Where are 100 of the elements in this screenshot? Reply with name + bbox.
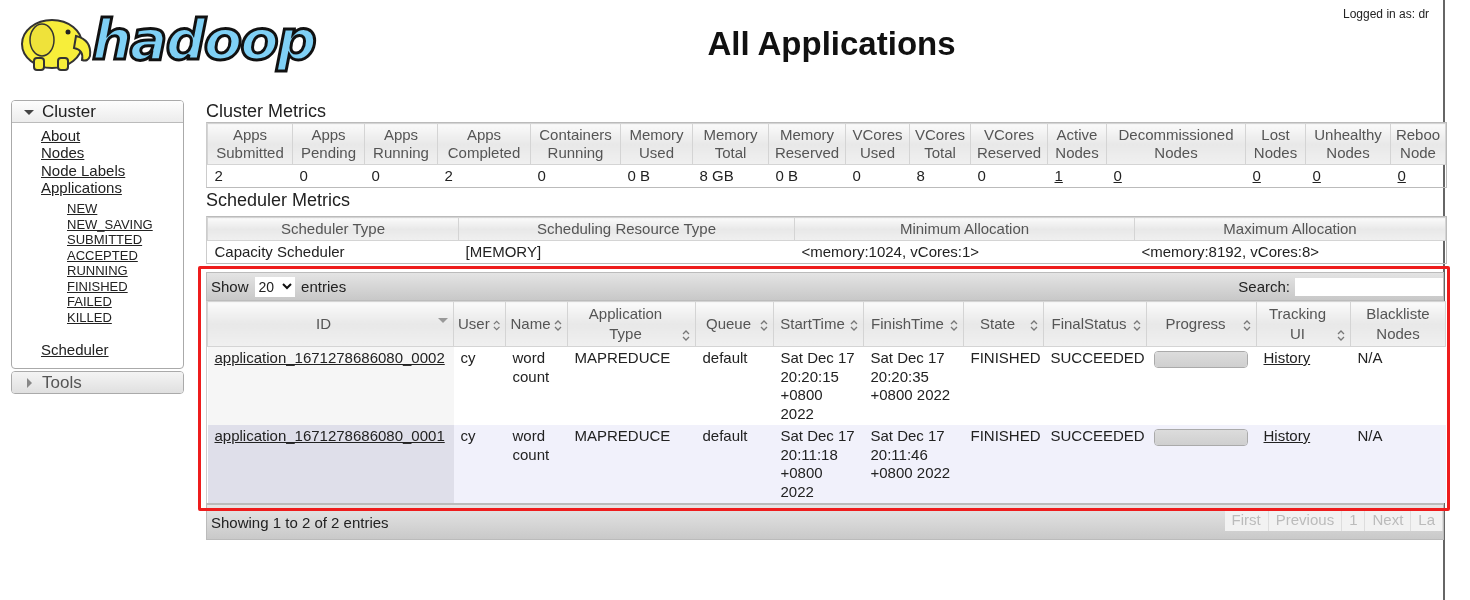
column-header: Unhealthy Nodes bbox=[1305, 123, 1391, 165]
column-header[interactable]: Queue bbox=[695, 301, 774, 347]
table-cell: N/A bbox=[1357, 349, 1383, 366]
metric-value: 0 bbox=[977, 167, 986, 184]
column-header: Decommissioned Nodes bbox=[1106, 123, 1246, 165]
column-header[interactable]: Application Type bbox=[567, 301, 696, 347]
table-cell: FINISHED bbox=[970, 427, 1041, 444]
column-header[interactable]: Tracking UI bbox=[1256, 301, 1351, 347]
nav-link[interactable]: FINISHED bbox=[67, 278, 128, 294]
nav-link[interactable]: Scheduler bbox=[41, 341, 109, 359]
elephant-drawing bbox=[21, 19, 92, 71]
search-field[interactable] bbox=[1295, 277, 1443, 296]
metric-link[interactable]: 0 bbox=[1312, 167, 1321, 184]
metric-value: 0 B bbox=[627, 167, 650, 184]
section-heading: Scheduler Metrics bbox=[206, 189, 352, 211]
metric-value: 0 bbox=[299, 167, 308, 184]
table-cell: default bbox=[702, 427, 748, 444]
column-header: Scheduling Resource Type bbox=[458, 217, 795, 241]
nav-link[interactable]: About bbox=[41, 127, 81, 144]
nav-link[interactable]: Node Labels bbox=[41, 161, 126, 179]
column-header[interactable]: Name bbox=[505, 301, 568, 347]
column-header: VCores Reserved bbox=[970, 123, 1048, 165]
column-header: Memory Total bbox=[692, 123, 769, 165]
nav-section-header[interactable]: Cluster bbox=[12, 101, 183, 123]
metric-value: 0 B bbox=[775, 167, 798, 184]
metric-value: 8 bbox=[916, 167, 925, 184]
nav-link[interactable]: KILLED bbox=[67, 309, 112, 325]
table-cell: word count bbox=[512, 349, 550, 385]
column-header: Memory Used bbox=[620, 123, 693, 165]
table-cell: N/A bbox=[1357, 427, 1383, 444]
column-header: Apps Running bbox=[364, 123, 438, 165]
metric-link[interactable]: 0 bbox=[1113, 167, 1122, 184]
metric-link[interactable]: 0 bbox=[1397, 167, 1406, 184]
column-header: Apps Submitted bbox=[207, 123, 293, 165]
table-cell: Sat Dec 17 20:11:18 +0800 2022 bbox=[780, 427, 855, 500]
column-header[interactable]: ID bbox=[207, 301, 454, 347]
column-header: Containers Running bbox=[530, 123, 621, 165]
metric-link[interactable]: 1 bbox=[1054, 167, 1063, 184]
history-link[interactable]: History bbox=[1263, 349, 1311, 366]
table-cell: <memory:8192, vCores:8> bbox=[1141, 243, 1320, 260]
table-cell: cy bbox=[460, 427, 476, 444]
page-size-select[interactable]: 20 bbox=[254, 276, 296, 297]
column-header: VCores Total bbox=[909, 123, 971, 165]
table-cell: Sat Dec 17 20:11:46 +0800 2022 bbox=[870, 427, 951, 481]
nav-link[interactable]: ACCEPTED bbox=[67, 247, 138, 263]
section-heading: Cluster Metrics bbox=[206, 100, 327, 122]
column-header: Reboo Node bbox=[1390, 123, 1446, 165]
nav-link[interactable]: NEW_SAVING bbox=[67, 216, 153, 232]
column-header: Minimum Allocation bbox=[794, 217, 1135, 241]
table-cell: <memory:1024, vCores:1> bbox=[801, 243, 980, 260]
table-cell: SUCCEEDED bbox=[1050, 349, 1145, 366]
chevron-down-icon bbox=[282, 283, 293, 290]
metric-value: 0 bbox=[852, 167, 861, 184]
metric-link[interactable]: 0 bbox=[1252, 167, 1261, 184]
table-cell: cy bbox=[460, 349, 476, 366]
table-cell: MAPREDUCE bbox=[574, 427, 671, 444]
page-title: All Applications bbox=[706, 24, 957, 64]
show-label: Show bbox=[211, 278, 249, 295]
nav-link[interactable]: NEW bbox=[67, 201, 98, 217]
nav-link[interactable]: Applications bbox=[41, 178, 122, 196]
metric-value: 2 bbox=[214, 167, 223, 184]
column-header[interactable]: StartTime bbox=[773, 301, 864, 347]
column-header[interactable]: State bbox=[963, 301, 1044, 347]
table-cell: word count bbox=[512, 427, 550, 463]
nav-link[interactable]: SUBMITTED bbox=[67, 232, 143, 248]
nav-link[interactable]: Nodes bbox=[41, 144, 85, 162]
logged-in-user: Logged in as: dr bbox=[1343, 6, 1431, 23]
column-header[interactable]: FinalStatus bbox=[1043, 301, 1147, 347]
table-cell: Sat Dec 17 20:20:15 +0800 2022 bbox=[780, 349, 855, 422]
metric-value: 0 bbox=[537, 167, 546, 184]
table-cell: FINISHED bbox=[970, 349, 1041, 366]
column-header: VCores Used bbox=[845, 123, 910, 165]
table-cell: Capacity Scheduler bbox=[214, 243, 345, 260]
column-header[interactable]: Progress bbox=[1146, 301, 1257, 347]
nav-link[interactable]: FAILED bbox=[67, 294, 112, 310]
metric-value: 0 bbox=[371, 167, 380, 184]
entries-info: Showing 1 to 2 of 2 entries bbox=[211, 513, 389, 531]
column-header[interactable]: FinishTime bbox=[863, 301, 964, 347]
nav-section-header[interactable]: Tools bbox=[12, 372, 183, 394]
metric-value: 2 bbox=[444, 167, 453, 184]
column-header: Scheduler Type bbox=[207, 217, 459, 241]
column-header: Apps Completed bbox=[437, 123, 531, 165]
column-header: Apps Pending bbox=[292, 123, 365, 165]
nav-link[interactable]: RUNNING bbox=[67, 263, 128, 279]
column-header: Lost Nodes bbox=[1245, 123, 1306, 165]
metric-value: 8 GB bbox=[699, 167, 734, 184]
table-cell: [MEMORY] bbox=[465, 243, 542, 260]
table-cell: SUCCEEDED bbox=[1050, 427, 1145, 444]
column-header: Memory Reserved bbox=[768, 123, 846, 165]
column-header[interactable]: User bbox=[453, 301, 506, 347]
search-label: Search: bbox=[1238, 278, 1290, 295]
history-link[interactable]: History bbox=[1263, 427, 1311, 444]
caret-right-icon bbox=[24, 378, 34, 388]
column-header[interactable]: Blackliste Nodes bbox=[1350, 301, 1446, 347]
column-header: Maximum Allocation bbox=[1134, 217, 1446, 241]
entries-label: entries bbox=[301, 278, 347, 295]
table-cell: MAPREDUCE bbox=[574, 349, 671, 366]
table-cell: default bbox=[702, 349, 748, 366]
table-cell: Sat Dec 17 20:20:35 +0800 2022 bbox=[870, 349, 951, 403]
logo-text: hadoop bbox=[92, 10, 315, 70]
